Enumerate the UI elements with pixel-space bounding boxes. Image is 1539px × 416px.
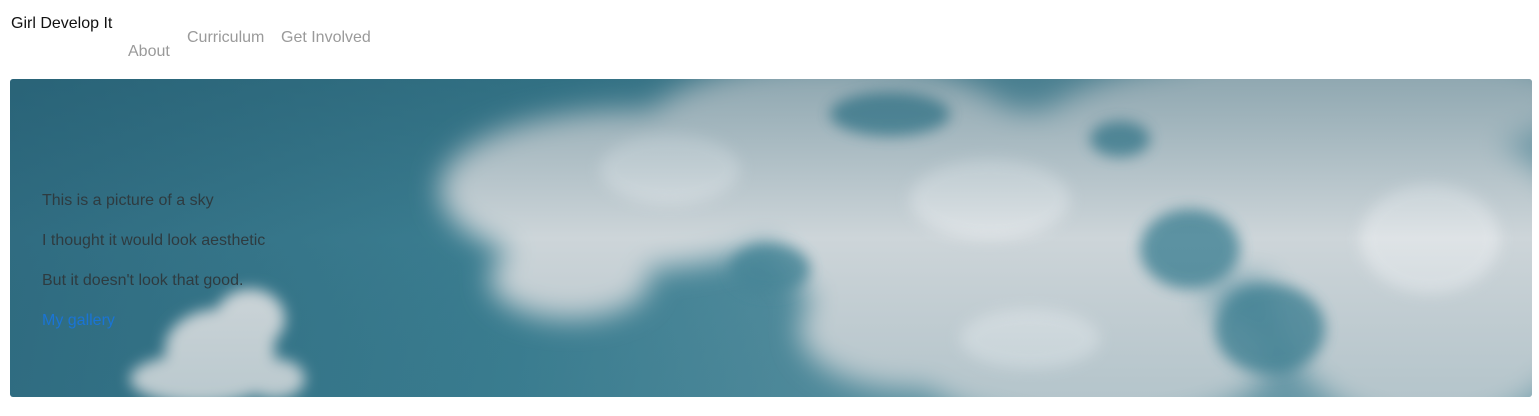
nav-link-get-involved[interactable]: Get Involved (281, 29, 371, 47)
my-gallery-link[interactable]: My gallery (42, 312, 115, 330)
nav-link-about[interactable]: About (128, 43, 170, 61)
brand-link[interactable]: Girl Develop It (11, 15, 112, 33)
page: Girl Develop It About Curriculum Get Inv… (0, 0, 1539, 416)
nav-link-curriculum[interactable]: Curriculum (187, 29, 264, 47)
hero-text-line-2: I thought it would look aesthetic (42, 232, 266, 249)
hero-text-line-3: But it doesn't look that good. (42, 272, 244, 289)
hero-text-line-1: This is a picture of a sky (42, 192, 214, 209)
hero-banner: This is a picture of a sky I thought it … (10, 79, 1532, 397)
